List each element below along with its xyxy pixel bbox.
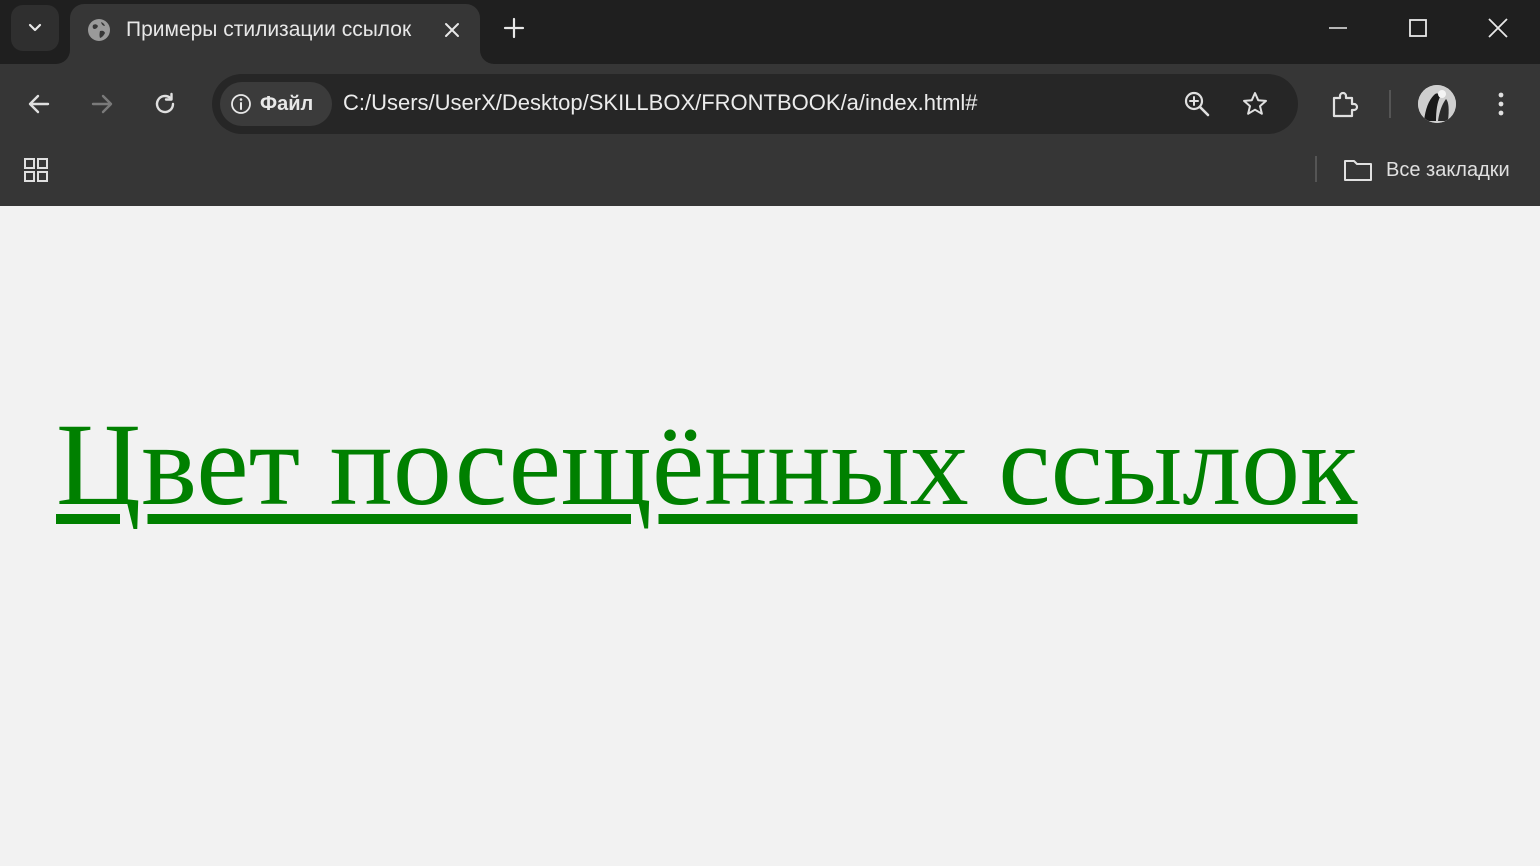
arrow-right-icon xyxy=(91,94,113,114)
close-window-button[interactable] xyxy=(1468,4,1528,52)
tab-strip: Примеры стилизации ссылок xyxy=(0,0,1540,64)
extensions-button[interactable] xyxy=(1322,82,1366,126)
folder-icon xyxy=(1344,160,1372,181)
page-content: Цвет посещённых ссылок xyxy=(0,206,1540,866)
info-icon xyxy=(231,94,251,114)
puzzle-icon xyxy=(1332,91,1359,118)
apps-button[interactable] xyxy=(20,154,52,186)
profile-avatar[interactable] xyxy=(1418,85,1456,123)
tab-active[interactable]: Примеры стилизации ссылок xyxy=(70,4,480,64)
minimize-icon xyxy=(1329,27,1347,29)
avatar-image-icon xyxy=(1418,85,1456,123)
tab-close-button[interactable] xyxy=(438,16,466,44)
visited-link[interactable]: Цвет посещённых ссылок xyxy=(56,390,1358,540)
bookmark-star-button[interactable] xyxy=(1238,87,1272,121)
all-bookmarks-label: Все закладки xyxy=(1386,158,1510,181)
site-info-label: Файл xyxy=(260,92,314,115)
back-button[interactable] xyxy=(19,84,59,124)
close-icon xyxy=(1488,18,1508,38)
bookmarks-bar: Все закладки xyxy=(0,144,1540,206)
address-bar[interactable]: Файл C:/Users/UserX/Desktop/SKILLBOX/FRO… xyxy=(212,74,1298,134)
toolbar-divider xyxy=(1389,90,1391,118)
toolbar: Файл C:/Users/UserX/Desktop/SKILLBOX/FRO… xyxy=(0,64,1540,144)
close-icon xyxy=(445,23,459,37)
forward-button[interactable] xyxy=(82,84,122,124)
star-icon xyxy=(1243,92,1267,115)
browser-chrome: Примеры стилизации ссылок Файл C:/Users/… xyxy=(0,0,1540,206)
reload-icon xyxy=(155,92,175,114)
zoom-icon xyxy=(1184,91,1210,117)
reload-button[interactable] xyxy=(145,84,185,124)
tab-title: Примеры стилизации ссылок xyxy=(126,18,412,41)
menu-button[interactable] xyxy=(1479,82,1523,126)
maximize-button[interactable] xyxy=(1388,4,1448,52)
zoom-button[interactable] xyxy=(1180,87,1214,121)
more-vertical-icon xyxy=(1498,92,1504,116)
minimize-button[interactable] xyxy=(1308,4,1368,52)
all-bookmarks-button[interactable]: Все закладки xyxy=(1342,152,1510,188)
url-text[interactable]: C:/Users/UserX/Desktop/SKILLBOX/FRONTBOO… xyxy=(343,90,978,116)
apps-grid-icon xyxy=(24,158,48,182)
globe-icon xyxy=(88,19,110,41)
new-tab-button[interactable] xyxy=(496,10,532,46)
site-info-chip[interactable]: Файл xyxy=(220,82,332,126)
maximize-icon xyxy=(1409,19,1427,37)
tab-search-button[interactable] xyxy=(11,5,59,51)
plus-icon xyxy=(503,17,525,39)
arrow-left-icon xyxy=(28,94,50,114)
bookmarks-divider xyxy=(1315,156,1317,182)
chevron-down-icon xyxy=(28,23,42,32)
